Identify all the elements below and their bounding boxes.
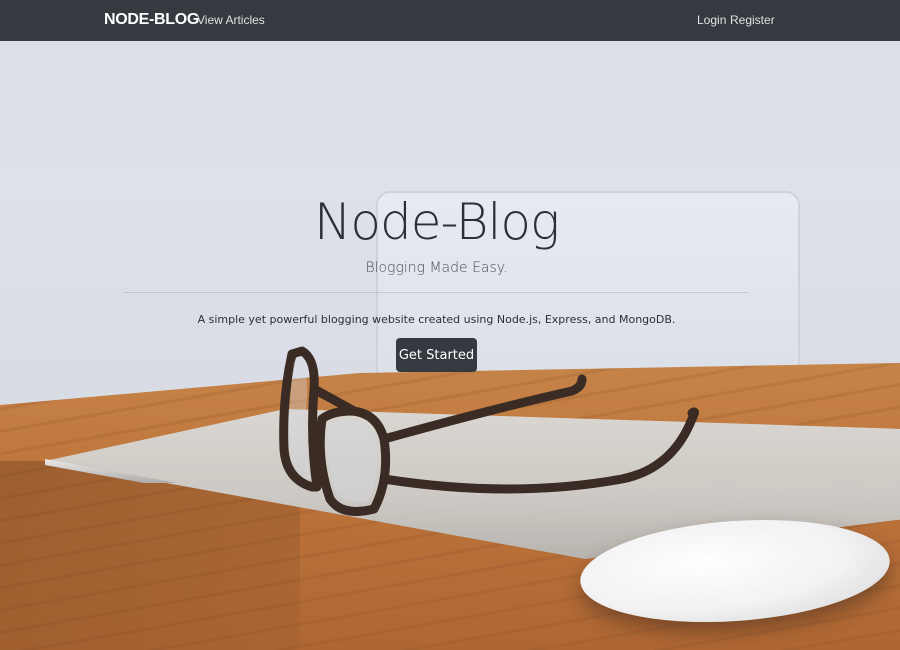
navbar: NODE-BLOG View Articles Login Register [0,0,900,41]
nav-view-articles-link[interactable]: View Articles [197,13,265,27]
brand-logo-link[interactable]: NODE-BLOG [104,11,199,29]
hero-subtitle: Blogging Made Easy. [365,260,508,276]
nav-register-link[interactable]: Register [730,13,775,27]
get-started-button[interactable]: Get Started [396,338,477,372]
hero-lead-text: A simple yet powerful blogging website c… [197,313,676,326]
hero-title: Node-Blog [314,193,560,251]
hero-jumbotron: Node-Blog Blogging Made Easy. A simple y… [0,41,900,650]
hero-divider [124,292,748,293]
page: NODE-BLOG View Articles Login Register N… [0,0,900,650]
nav-login-link[interactable]: Login [697,13,726,27]
